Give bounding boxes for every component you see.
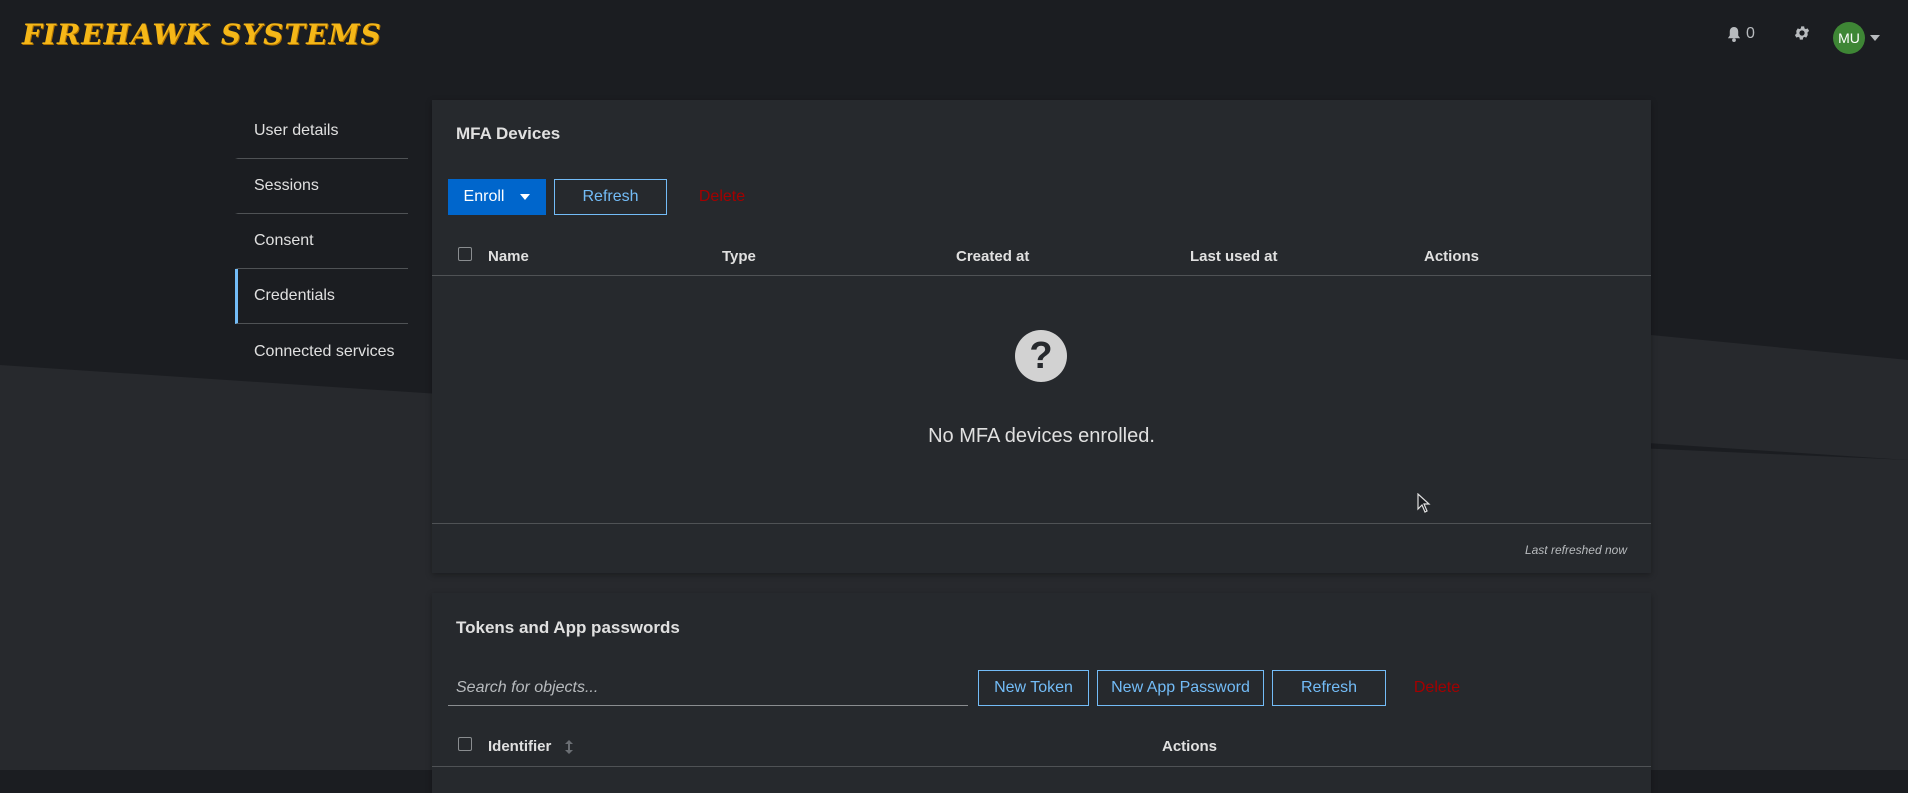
mouse-cursor-icon	[1417, 493, 1431, 513]
sidebar-item-consent[interactable]: Consent	[235, 214, 408, 269]
gear-icon	[1794, 26, 1810, 40]
sidebar-item-label: User details	[254, 122, 339, 139]
column-header-actions: Actions	[1424, 248, 1480, 265]
search-input[interactable]: Search for objects...	[448, 670, 968, 706]
mfa-select-all-checkbox[interactable]	[458, 247, 472, 261]
column-header-created-at[interactable]: Created at	[956, 248, 1029, 265]
card-footer-divider	[432, 523, 1651, 524]
table-header-divider	[432, 766, 1651, 767]
new-token-button[interactable]: New Token	[978, 670, 1089, 706]
empty-state-text: No MFA devices enrolled.	[928, 425, 1155, 447]
tokens-refresh-button[interactable]: Refresh	[1272, 670, 1386, 706]
settings-button[interactable]	[1793, 24, 1811, 47]
column-header-identifier[interactable]: Identifier	[488, 738, 574, 755]
user-menu-toggle[interactable]: MU	[1833, 22, 1880, 54]
enroll-label: Enroll	[463, 188, 505, 205]
sidebar-item-connected-services[interactable]: Connected services	[235, 324, 408, 379]
mfa-devices-card: MFA Devices Enroll Refresh Delete Name T…	[432, 100, 1651, 573]
sidebar-item-label: Consent	[254, 232, 314, 249]
sidebar-item-label: Connected services	[254, 342, 395, 360]
identifier-label: Identifier	[488, 738, 552, 755]
sidebar-item-user-details[interactable]: User details	[235, 104, 408, 159]
sidebar-nav: User details Sessions Consent Credential…	[235, 104, 408, 379]
enroll-button[interactable]: Enroll	[448, 179, 546, 215]
table-header-divider	[432, 275, 1651, 276]
new-app-password-button[interactable]: New App Password	[1097, 670, 1264, 706]
caret-down-icon	[1870, 35, 1880, 41]
column-header-actions: Actions	[1162, 738, 1218, 755]
sort-icon	[565, 739, 574, 754]
avatar: MU	[1833, 22, 1865, 54]
tokens-card-title: Tokens and App passwords	[456, 618, 680, 637]
column-header-name[interactable]: Name	[488, 248, 529, 265]
tokens-card: Tokens and App passwords Search for obje…	[432, 593, 1651, 793]
column-header-type[interactable]: Type	[722, 248, 756, 265]
last-refreshed-text: Last refreshed now	[1524, 543, 1627, 557]
mfa-card-title: MFA Devices	[456, 124, 561, 143]
top-header: FIREHAWK SYSTEMS 0 MU	[0, 0, 1908, 72]
tokens-select-all-checkbox[interactable]	[458, 737, 472, 751]
question-circle-icon: ?	[1015, 330, 1067, 382]
column-header-last-used-at[interactable]: Last used at	[1190, 248, 1278, 265]
bell-icon	[1727, 26, 1741, 42]
tokens-delete-button[interactable]: Delete	[1397, 670, 1477, 706]
sidebar-item-label: Credentials	[254, 287, 335, 304]
notifications-button[interactable]: 0	[1727, 25, 1755, 43]
sidebar-item-sessions[interactable]: Sessions	[235, 159, 408, 214]
sidebar-item-credentials[interactable]: Credentials	[235, 269, 408, 324]
notifications-count: 0	[1746, 25, 1755, 42]
mfa-refresh-button[interactable]: Refresh	[554, 179, 667, 215]
mfa-delete-button[interactable]: Delete	[682, 179, 762, 215]
sidebar-item-label: Sessions	[254, 177, 319, 194]
brand-logo[interactable]: FIREHAWK SYSTEMS	[22, 18, 382, 51]
caret-down-icon	[520, 194, 531, 200]
